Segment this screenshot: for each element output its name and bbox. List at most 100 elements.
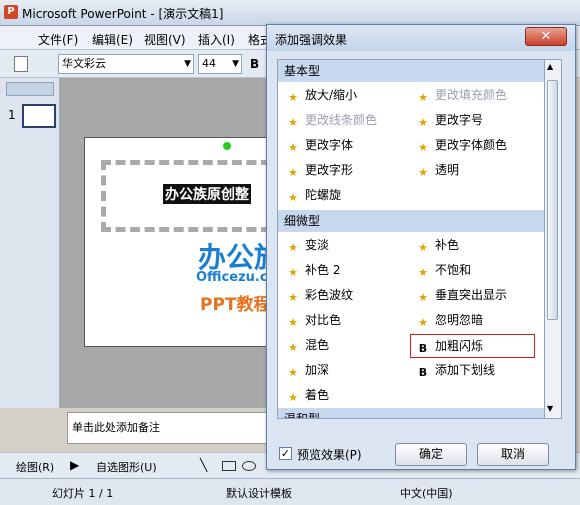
oval-icon[interactable] (242, 461, 256, 471)
list-scrollbar[interactable]: ▲ ▼ (545, 59, 562, 419)
effect-star-icon: ★ (288, 166, 298, 179)
effect-star-icon: ★ (418, 266, 428, 279)
cancel-button[interactable]: 取消 (477, 443, 549, 466)
scroll-thumb[interactable] (547, 80, 558, 320)
effect-item[interactable]: ★ 混色 (286, 334, 329, 356)
effect-label: 更改填充颜色 (435, 88, 508, 102)
notes-pane[interactable]: 单击此处添加备注 (67, 412, 282, 444)
status-bar: 幻灯片 1 / 1 默认设计模板 中文(中国) (0, 478, 580, 505)
menu-file[interactable]: 文件(F) (38, 31, 78, 48)
select-arrow-icon[interactable]: ▶ (70, 458, 79, 472)
effect-item[interactable]: ★ 更改字体 (286, 134, 353, 156)
effect-item: ★ 更改填充颜色 (416, 84, 507, 106)
effect-star-icon: ★ (288, 241, 298, 254)
preview-checkbox[interactable]: ✓ (279, 447, 292, 460)
effect-star-icon: ★ (288, 366, 298, 379)
preview-label: 预览效果(P) (297, 448, 362, 462)
effect-item-selected[interactable]: B 加粗闪烁 (410, 334, 535, 358)
effect-star-icon: ★ (418, 116, 428, 129)
menu-edit[interactable]: 编辑(E) (92, 31, 133, 48)
add-emphasis-effect-dialog: 添加强调效果 ✕ 基本型 ★ 放大/缩小 ★ 更改填充颜色 ★ 更改线条颜色 ★ 更改字号 ★ 更… (266, 24, 576, 470)
effect-label: 补色 (435, 238, 460, 252)
effect-star-icon: ★ (288, 266, 298, 279)
effect-item[interactable]: ★ 不饱和 (416, 259, 471, 281)
effect-label: 着色 (305, 388, 330, 402)
effect-star-icon: ★ (288, 141, 298, 154)
effect-item[interactable]: ★ 更改字体颜色 (416, 134, 507, 156)
pane-tabs[interactable] (6, 82, 54, 96)
effect-label: 变淡 (305, 238, 330, 252)
effect-star-icon: ★ (418, 141, 428, 154)
effect-label: 加粗闪烁 (435, 339, 484, 353)
effect-star-icon: ★ (288, 116, 298, 129)
effect-label: 忽明忽暗 (435, 313, 484, 327)
effect-item[interactable]: ★ 着色 (286, 384, 329, 406)
effect-item[interactable]: ★ 更改字形 (286, 159, 353, 181)
effect-label: 补色 2 (305, 263, 341, 277)
effect-item[interactable]: ★ 补色 2 (286, 259, 340, 281)
effect-item[interactable]: ★ 透明 (416, 159, 459, 181)
effect-item[interactable]: ★ 对比色 (286, 309, 341, 331)
effect-star-icon: ★ (418, 91, 428, 104)
slide-count: 幻灯片 1 / 1 (52, 487, 114, 500)
scroll-down-icon[interactable]: ▼ (547, 404, 553, 413)
design-template: 默认设计模板 (226, 487, 292, 500)
language: 中文(中国) (400, 487, 453, 500)
effect-item[interactable]: ★ 陀螺旋 (286, 184, 341, 206)
dialog-title: 添加强调效果 (275, 33, 348, 47)
draw-menu[interactable]: 绘图(R) (16, 459, 54, 475)
effect-star-icon: ★ (288, 341, 298, 354)
effect-item[interactable]: ★ 变淡 (286, 234, 329, 256)
rotation-handle[interactable] (223, 142, 231, 150)
close-button[interactable]: ✕ (525, 27, 567, 46)
effect-star-icon: ★ (418, 291, 428, 304)
slide-title-text: 办公族原创整 (163, 184, 251, 204)
effect-item[interactable]: ★ 彩色波纹 (286, 284, 353, 306)
category-moderate: 温和型 (278, 408, 544, 418)
effect-label: 放大/缩小 (305, 88, 358, 102)
effect-item[interactable]: ★ 放大/缩小 (286, 84, 357, 106)
dialog-titlebar: 添加强调效果 ✕ (267, 25, 575, 51)
effect-item[interactable]: ★ 加深 (286, 359, 329, 381)
effect-label: 更改字形 (305, 163, 354, 177)
effect-star-icon: ★ (288, 316, 298, 329)
category-basic: 基本型 (278, 60, 544, 82)
bold-button[interactable]: B (250, 57, 259, 71)
category-subtle: 细微型 (278, 210, 544, 232)
ok-button[interactable]: 确定 (395, 443, 467, 466)
effect-label: 不饱和 (435, 263, 472, 277)
effect-label: 透明 (435, 163, 460, 177)
effect-label: 陀螺旋 (305, 188, 342, 202)
rectangle-icon[interactable] (222, 461, 236, 471)
effect-label: 对比色 (305, 313, 342, 327)
font-combo[interactable]: 华文彩云 ▼ (58, 54, 194, 74)
effect-star-icon: ★ (288, 91, 298, 104)
effect-label: 更改字号 (435, 113, 484, 127)
effect-star-icon: ★ (288, 291, 298, 304)
effect-star-icon: B (418, 366, 428, 379)
effect-item[interactable]: B 添加下划线 (416, 359, 495, 381)
effect-item[interactable]: ★ 更改字号 (416, 109, 483, 131)
new-document-icon[interactable] (14, 56, 28, 72)
autoshapes-menu[interactable]: 自选图形(U) (96, 459, 157, 475)
slide-thumbnail[interactable] (22, 104, 56, 128)
effect-item: ★ 更改线条颜色 (286, 109, 377, 131)
effect-star-icon: ★ (288, 191, 298, 204)
effect-label: 加深 (305, 363, 330, 377)
slides-pane: 1 (0, 78, 60, 408)
font-size-combo[interactable]: 44 ▼ (198, 54, 242, 74)
effect-item[interactable]: ★ 垂直突出显示 (416, 284, 507, 306)
scroll-up-icon[interactable]: ▲ (547, 62, 553, 71)
line-icon[interactable]: ╲ (200, 458, 207, 472)
effect-star-icon: ★ (418, 316, 428, 329)
menu-view[interactable]: 视图(V) (144, 31, 186, 48)
effects-list[interactable]: 基本型 ★ 放大/缩小 ★ 更改填充颜色 ★ 更改线条颜色 ★ 更改字号 ★ 更改字体 ★ 更改字体颜… (277, 59, 545, 419)
menu-insert[interactable]: 插入(I) (198, 31, 235, 48)
window-titlebar: P Microsoft PowerPoint - [演示文稿1] (0, 0, 580, 26)
effect-item[interactable]: ★ 忽明忽暗 (416, 309, 483, 331)
effect-star-icon: ★ (418, 241, 428, 254)
effect-item[interactable]: ★ 补色 (416, 234, 459, 256)
effect-label: 混色 (305, 338, 330, 352)
slide-number: 1 (8, 108, 16, 122)
effect-star-icon: ★ (418, 166, 428, 179)
